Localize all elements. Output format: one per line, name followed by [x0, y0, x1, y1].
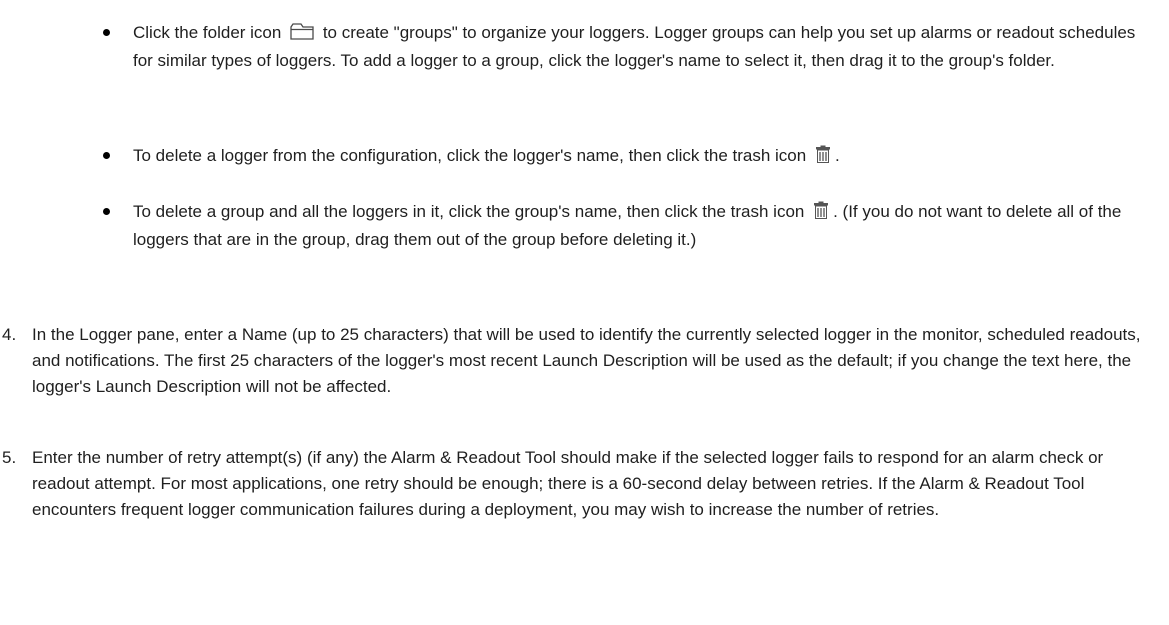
bullet-text-after-icon: to create "groups" to organize your logg… — [133, 23, 1136, 70]
bullet-dot — [103, 29, 110, 36]
step-number: 5. — [2, 448, 17, 467]
bullet-dot — [103, 208, 110, 215]
document-body: Click the folder icon to create "groups"… — [0, 0, 1169, 625]
bullet-text-before-icon: Click the folder icon — [133, 23, 282, 42]
step-text: Enter the number of retry attempt(s) (if… — [32, 448, 1104, 519]
bullet-text-after-icon: . — [834, 146, 840, 165]
folder-icon — [290, 22, 314, 48]
bullet-text: To delete a logger from the configuratio… — [133, 143, 1143, 171]
trash-icon — [815, 145, 831, 171]
trash-icon — [813, 201, 829, 227]
bullet-text-before-icon: To delete a logger from the configuratio… — [133, 146, 807, 165]
step-number: 4. — [2, 325, 17, 344]
bullet-text: Click the folder icon to create "groups"… — [133, 20, 1143, 74]
bullet-text-before-icon: To delete a group and all the loggers in… — [133, 202, 805, 221]
bullet-dot — [103, 152, 110, 159]
step-text: In the Logger pane, enter a Name (up to … — [32, 325, 1141, 396]
bullet-text: To delete a group and all the loggers in… — [133, 199, 1143, 253]
